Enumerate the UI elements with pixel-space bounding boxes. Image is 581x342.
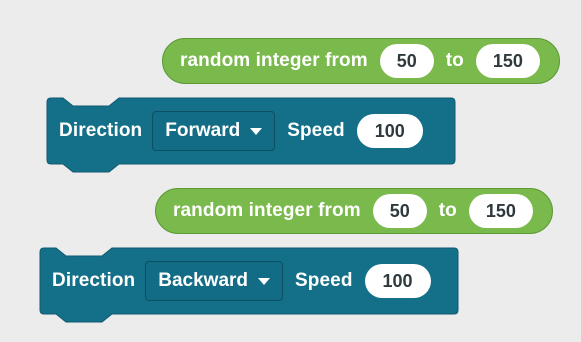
to-label: to [438,200,457,221]
direction-dropdown[interactable]: Forward [152,111,276,151]
direction-speed-block[interactable]: Direction Backward Speed 100 [39,247,459,324]
speed-value-field[interactable]: 100 [356,114,423,148]
to-value-field[interactable]: 150 [468,194,533,228]
caret-down-icon [250,127,263,135]
speed-label: Speed [295,270,353,291]
to-label: to [445,50,464,71]
direction-label: Direction [52,270,136,291]
direction-dropdown-value: Backward [158,270,249,291]
random-integer-block[interactable]: random integer from 50 to 150 [162,38,560,84]
direction-speed-block[interactable]: Direction Forward Speed 100 [46,97,456,174]
from-value-field[interactable]: 50 [379,44,434,78]
block-workspace[interactable]: random integer from 50 to 150 Direction … [0,0,581,342]
from-value-field[interactable]: 50 [372,194,427,228]
random-integer-block[interactable]: random integer from 50 to 150 [155,188,553,234]
direction-dropdown-value: Forward [165,120,241,141]
speed-label: Speed [287,120,345,141]
random-integer-label: random integer from [180,50,368,71]
to-value-field[interactable]: 150 [475,44,540,78]
direction-label: Direction [59,120,143,141]
speed-value-field[interactable]: 100 [364,264,431,298]
caret-down-icon [258,277,271,285]
random-integer-label: random integer from [173,200,361,221]
direction-dropdown[interactable]: Backward [145,261,284,301]
